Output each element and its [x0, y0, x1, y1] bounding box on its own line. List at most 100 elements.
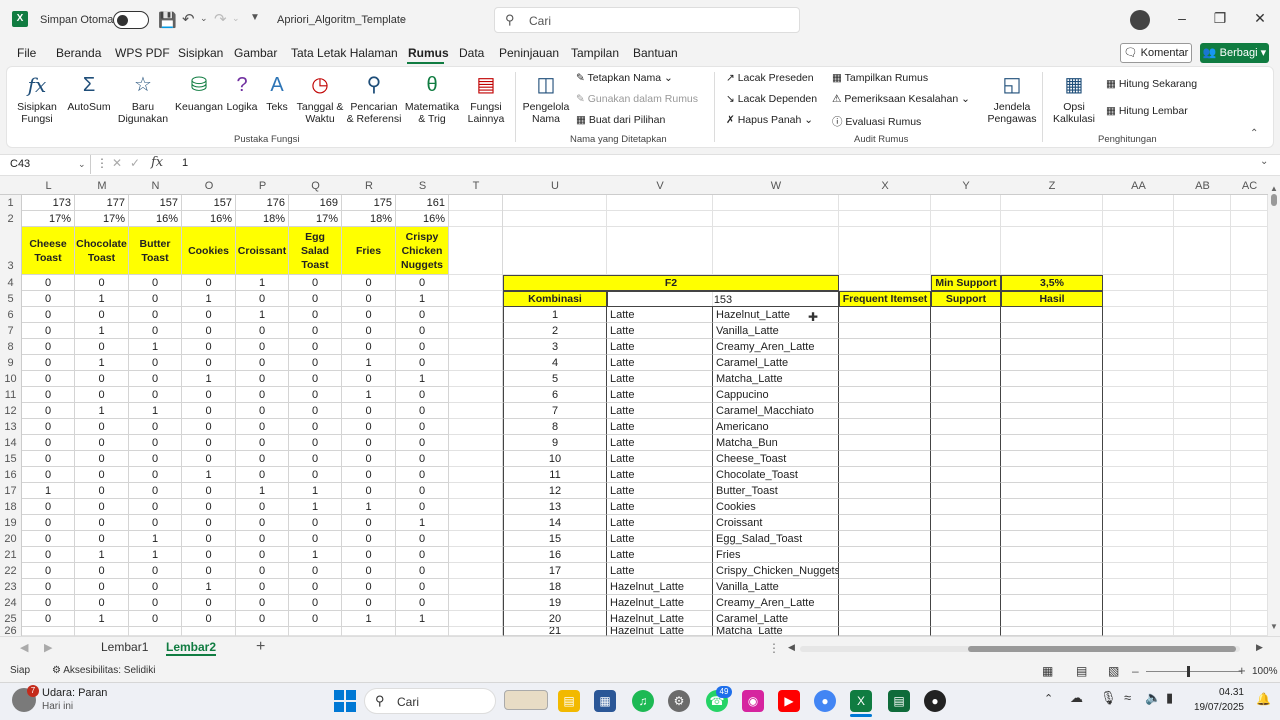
title-dropdown-icon[interactable]: ⌄	[400, 13, 408, 24]
binary-cell[interactable]: 0	[75, 563, 129, 579]
binary-cell[interactable]: 0	[22, 435, 75, 451]
binary-cell[interactable]: 0	[129, 355, 182, 371]
binary-cell[interactable]: 0	[129, 435, 182, 451]
item-b[interactable]: Crispy_Chicken_Nuggets	[713, 563, 839, 579]
binary-cell[interactable]: 0	[22, 515, 75, 531]
row-header-17[interactable]: 17	[0, 483, 22, 499]
item-b[interactable]: Chocolate_Toast	[713, 467, 839, 483]
frequent-itemset-cell[interactable]	[839, 483, 931, 499]
binary-cell[interactable]: 1	[396, 611, 449, 627]
binary-cell[interactable]: 0	[396, 323, 449, 339]
count-cell[interactable]: 161	[396, 195, 449, 211]
autosum-button[interactable]: Σ AutoSum	[66, 72, 112, 113]
item-header-cell[interactable]: Cheese Toast	[22, 227, 75, 275]
binary-cell[interactable]: 0	[289, 307, 342, 323]
binary-cell[interactable]: 0	[236, 611, 289, 627]
settings-icon[interactable]: ⚙	[668, 690, 690, 712]
item-b[interactable]: Vanilla_Latte	[713, 579, 839, 595]
binary-cell[interactable]: 0	[182, 307, 236, 323]
support-cell[interactable]	[931, 371, 1001, 387]
hasil-cell[interactable]	[1001, 547, 1103, 563]
binary-cell[interactable]: 0	[75, 499, 129, 515]
item-b[interactable]: Matcha_Latte	[713, 627, 839, 636]
percent-cell[interactable]: 16%	[396, 211, 449, 227]
binary-cell[interactable]: 0	[396, 435, 449, 451]
binary-cell[interactable]: 0	[396, 483, 449, 499]
count-cell[interactable]: 173	[22, 195, 75, 211]
item-a[interactable]: Latte	[607, 563, 713, 579]
binary-cell[interactable]: 0	[236, 531, 289, 547]
support-cell[interactable]	[931, 531, 1001, 547]
menu-tampilan[interactable]: Tampilan	[571, 46, 619, 60]
binary-cell[interactable]: 0	[22, 355, 75, 371]
page-layout-icon[interactable]: ▤	[1076, 664, 1087, 678]
menu-gambar[interactable]: Gambar	[234, 46, 277, 60]
binary-cell[interactable]: 0	[182, 355, 236, 371]
lookup-button[interactable]: ⚲ Pencarian & Referensi	[346, 72, 402, 125]
confirm-entry-icon[interactable]: ✓	[130, 156, 140, 170]
financial-button[interactable]: ⛁ Keuangan	[174, 72, 224, 113]
binary-cell[interactable]: 0	[236, 515, 289, 531]
binary-cell[interactable]: 0	[182, 531, 236, 547]
binary-cell[interactable]: 0	[182, 387, 236, 403]
binary-cell[interactable]: 0	[75, 595, 129, 611]
binary-cell[interactable]: 0	[22, 403, 75, 419]
row-header-11[interactable]: 11	[0, 387, 22, 403]
binary-cell[interactable]: 0	[182, 499, 236, 515]
binary-cell[interactable]: 0	[182, 451, 236, 467]
scroll-left-icon[interactable]: ◀	[788, 642, 795, 653]
column-header-AA[interactable]: AA	[1103, 178, 1174, 195]
binary-cell[interactable]: 0	[22, 371, 75, 387]
binary-cell[interactable]: 0	[22, 531, 75, 547]
binary-cell[interactable]: 0	[129, 499, 182, 515]
menu-data[interactable]: Data	[459, 46, 484, 60]
kombinasi-number[interactable]: 5	[503, 371, 607, 387]
binary-cell[interactable]: 0	[342, 467, 396, 483]
frequent-itemset-cell[interactable]	[839, 451, 931, 467]
item-a[interactable]: Latte	[607, 323, 713, 339]
binary-cell[interactable]: 1	[75, 291, 129, 307]
binary-cell[interactable]: 0	[129, 275, 182, 291]
tab-splitter-icon[interactable]: ⋮	[768, 641, 780, 655]
menu-sisipkan[interactable]: Sisipkan	[178, 46, 223, 60]
min-support-value[interactable]: 3,5%	[1001, 275, 1103, 291]
hasil-cell[interactable]	[1001, 451, 1103, 467]
binary-cell[interactable]: 0	[129, 595, 182, 611]
row-header-22[interactable]: 22	[0, 563, 22, 579]
item-b[interactable]: Fries	[713, 547, 839, 563]
frequent-itemset-cell[interactable]	[839, 531, 931, 547]
row-header-2[interactable]: 2	[0, 211, 22, 227]
undo-dropdown-icon[interactable]: ⌄	[200, 13, 208, 24]
hasil-cell[interactable]	[1001, 467, 1103, 483]
frequent-itemset-cell[interactable]	[839, 515, 931, 531]
frequent-itemset-cell[interactable]	[839, 355, 931, 371]
error-checking-button[interactable]: ⚠ Pemeriksaan Kesalahan ⌄	[832, 93, 970, 105]
column-header-M[interactable]: M	[75, 178, 129, 195]
redo-icon[interactable]: ↷	[214, 10, 227, 28]
binary-cell[interactable]: 0	[22, 563, 75, 579]
binary-cell[interactable]: 0	[236, 595, 289, 611]
item-a[interactable]: Latte	[607, 419, 713, 435]
support-cell[interactable]	[931, 499, 1001, 515]
binary-cell[interactable]: 0	[396, 547, 449, 563]
item-b[interactable]: Egg_Salad_Toast	[713, 531, 839, 547]
item-b[interactable]: Vanilla_Latte	[713, 323, 839, 339]
kombinasi-number[interactable]: 12	[503, 483, 607, 499]
binary-cell[interactable]: 1	[75, 547, 129, 563]
store-icon[interactable]: ▦	[594, 690, 616, 712]
binary-cell[interactable]: 0	[342, 579, 396, 595]
binary-cell[interactable]: 0	[289, 531, 342, 547]
calculate-sheet-button[interactable]: ▦ Hitung Lembar	[1106, 105, 1188, 117]
support-cell[interactable]	[931, 387, 1001, 403]
recorder-icon[interactable]: ●	[924, 690, 946, 712]
binary-cell[interactable]: 1	[75, 355, 129, 371]
hasil-cell[interactable]	[1001, 419, 1103, 435]
row-header-1[interactable]: 1	[0, 195, 22, 211]
app-icon[interactable]: ▤	[888, 690, 910, 712]
column-header-U[interactable]: U	[503, 178, 607, 195]
binary-cell[interactable]: 0	[342, 451, 396, 467]
item-b[interactable]: Cappucino	[713, 387, 839, 403]
binary-cell[interactable]: 1	[182, 371, 236, 387]
binary-cell[interactable]: 1	[396, 371, 449, 387]
item-b[interactable]: Cheese_Toast	[713, 451, 839, 467]
